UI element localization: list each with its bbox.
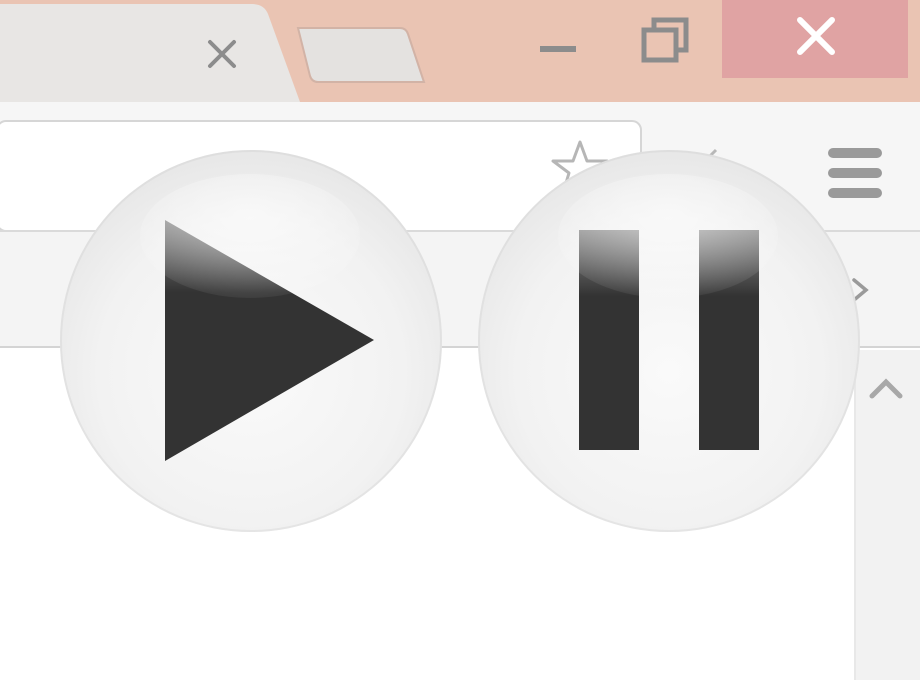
chevron-up-icon[interactable] [866,368,906,408]
window-close-button[interactable] [722,0,908,78]
tab-active[interactable] [0,0,300,102]
play-button[interactable] [60,150,442,532]
minimize-icon[interactable] [530,20,586,76]
play-icon [140,174,374,461]
restore-icon[interactable] [636,12,696,72]
pause-icon [558,174,778,450]
close-icon [797,17,835,55]
pause-button[interactable] [478,150,860,532]
new-tab-button[interactable] [296,26,426,84]
tab-close-icon[interactable] [204,36,240,72]
